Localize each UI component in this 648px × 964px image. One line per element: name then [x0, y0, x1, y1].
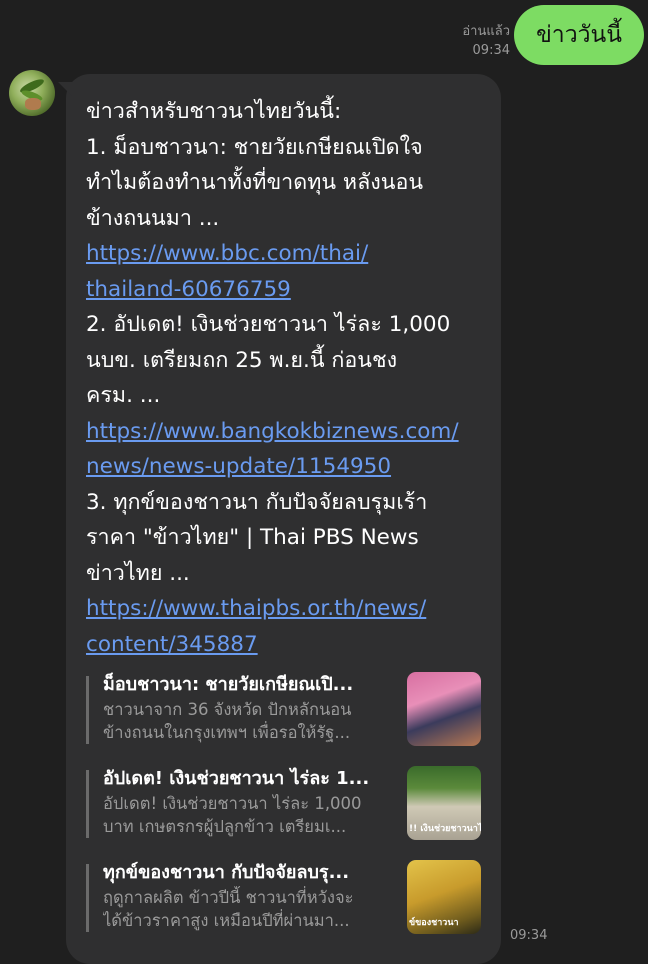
preview-thumbnail: !! เงินช่วยชาวนาไร่ละ	[407, 766, 481, 840]
preview-divider	[86, 770, 89, 838]
rice-farmer-avatar-icon[interactable]	[9, 70, 55, 116]
read-status: อ่านแล้ว	[462, 24, 510, 39]
thumbnail-caption: !! เงินช่วยชาวนาไร่ละ	[409, 824, 481, 834]
news-link-bangkokbiznews[interactable]: news/news-update/1154950	[86, 449, 491, 485]
preview-thumbnail	[407, 672, 481, 746]
outgoing-meta: อ่านแล้ว 09:34	[462, 22, 510, 60]
message-line: 2. อัปเดต! เงินช่วยชาวนา ไร่ละ 1,000	[86, 312, 451, 337]
link-preview-bangkokbiznews[interactable]: อัปเดต! เงินช่วยชาวนา ไร่ละ 1... อัปเดต!…	[86, 766, 481, 842]
link-preview-thaipbs[interactable]: ทุกข์ของชาวนา กับปัจจัยลบรุ... ฤดูกาลผลิ…	[86, 860, 481, 936]
message-line: ข่าวไทย ...	[86, 560, 190, 586]
message-line: ข่าวสำหรับชาวนาไทยวันนี้:	[86, 99, 342, 124]
news-link-thaipbs[interactable]: https://www.thaipbs.or.th/news/	[86, 591, 491, 627]
news-link-thaipbs[interactable]: content/345887	[86, 627, 491, 663]
preview-title: อัปเดต! เงินช่วยชาวนา ไร่ละ 1...	[103, 768, 370, 789]
message-line: 1. ม็อบชาวนา: ชายวัยเกษียณเปิดใจ	[86, 134, 423, 160]
incoming-message-bubble: ข่าวสำหรับชาวนาไทยวันนี้: 1. ม็อบชาวนา: …	[58, 74, 501, 964]
link-preview-bbc[interactable]: ม็อบชาวนา: ชายวัยเกษียณเปิ... ชาวนาจาก 3…	[86, 672, 481, 748]
preview-title: ทุกข์ของชาวนา กับปัจจัยลบรุ...	[103, 862, 350, 883]
news-link-bbc[interactable]: thailand-60676759	[86, 272, 491, 308]
preview-description: ชาวนาจาก 36 จังหวัด ปักหลักนอน ข้างถนนใน…	[103, 700, 352, 742]
incoming-time: 09:34	[510, 928, 548, 943]
preview-divider	[86, 676, 89, 744]
message-text: ข่าวสำหรับชาวนาไทยวันนี้: 1. ม็อบชาวนา: …	[86, 94, 491, 662]
message-line: ข้างถนนมา ...	[86, 205, 220, 231]
preview-title: ม็อบชาวนา: ชายวัยเกษียณเปิ...	[103, 674, 354, 695]
preview-thumbnail: ข์ของชาวนา	[407, 860, 481, 934]
outgoing-message-bubble[interactable]: ข่าววันนี้	[514, 5, 644, 65]
thumbnail-caption: ข์ของชาวนา	[409, 918, 459, 928]
preview-description: อัปเดต! เงินช่วยชาวนา ไร่ละ 1,000 บาท เก…	[103, 794, 362, 836]
message-line: ครม. ...	[86, 383, 161, 408]
outgoing-time: 09:34	[472, 43, 510, 58]
news-link-bbc[interactable]: https://www.bbc.com/thai/	[86, 236, 491, 272]
preview-description: ฤดูกาลผลิต ข้าวปีนี้ ชาวนาที่หวังจะ ได้ข…	[103, 888, 354, 930]
message-line: 3. ทุกข์ของชาวนา กับปัจจัยลบรุมเร้า	[86, 489, 428, 515]
message-line: นบข. เตรียมถก 25 พ.ย.นี้ ก่อนชง	[86, 347, 398, 373]
message-line: ทำไมต้องทำนาทั้งที่ขาดทุน หลังนอน	[86, 170, 424, 195]
preview-divider	[86, 864, 89, 932]
news-link-bangkokbiznews[interactable]: https://www.bangkokbiznews.com/	[86, 414, 491, 450]
message-line: ราคา "ข้าวไทย" | Thai PBS News	[86, 525, 419, 550]
